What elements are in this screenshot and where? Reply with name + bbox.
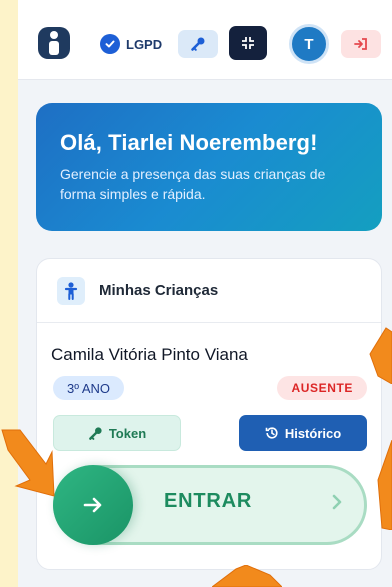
app-frame: LGPD T Olá, Tiarlei Noeremberg! Gerencie… bbox=[18, 0, 392, 587]
compress-icon bbox=[242, 37, 254, 49]
key-icon bbox=[88, 426, 102, 440]
lgpd-badge[interactable]: LGPD bbox=[100, 33, 162, 55]
history-button[interactable]: Histórico bbox=[239, 415, 367, 451]
shield-check-icon bbox=[100, 34, 120, 54]
logout-button[interactable] bbox=[341, 30, 381, 58]
info-icon bbox=[49, 31, 59, 55]
welcome-subtitle: Gerencie a presença das suas crianças de… bbox=[60, 166, 326, 202]
top-bar: LGPD T bbox=[18, 0, 392, 80]
token-button-label: Token bbox=[108, 425, 147, 441]
children-card-title: Minhas Crianças bbox=[99, 282, 219, 299]
child-name: Camila Vitória Pinto Viana bbox=[51, 345, 248, 364]
grade-badge: 3º ANO bbox=[53, 376, 125, 400]
arrow-right-icon bbox=[83, 497, 102, 513]
welcome-banner: Olá, Tiarlei Noeremberg! Gerencie a pres… bbox=[36, 103, 382, 231]
app-logo[interactable] bbox=[38, 27, 70, 59]
fullscreen-toggle-button[interactable] bbox=[229, 26, 267, 60]
enter-slider[interactable]: ENTRAR bbox=[53, 465, 367, 545]
enter-slider-handle[interactable] bbox=[53, 465, 133, 545]
status-badge: AUSENTE bbox=[277, 376, 367, 400]
enter-slider-label: ENTRAR bbox=[164, 490, 253, 512]
lgpd-label: LGPD bbox=[126, 36, 163, 52]
welcome-greeting: Olá, Tiarlei Noeremberg! bbox=[60, 130, 318, 155]
hint-arrow-icon bbox=[377, 440, 392, 530]
key-button[interactable] bbox=[178, 30, 218, 58]
hint-arrow-icon bbox=[1, 429, 55, 497]
hint-arrow-icon bbox=[369, 327, 392, 384]
child-icon bbox=[57, 276, 85, 305]
token-button[interactable]: Token bbox=[53, 415, 181, 451]
chevron-right-icon bbox=[332, 494, 342, 510]
children-card: Minhas Crianças Camila Vitória Pinto Via… bbox=[36, 258, 382, 570]
history-button-label: Histórico bbox=[284, 425, 342, 441]
history-icon bbox=[265, 427, 278, 439]
hint-arrow-icon bbox=[212, 565, 282, 587]
logout-icon bbox=[354, 38, 367, 50]
children-card-header: Minhas Crianças bbox=[37, 259, 381, 323]
user-avatar[interactable]: T bbox=[289, 24, 329, 64]
key-icon bbox=[191, 37, 205, 51]
